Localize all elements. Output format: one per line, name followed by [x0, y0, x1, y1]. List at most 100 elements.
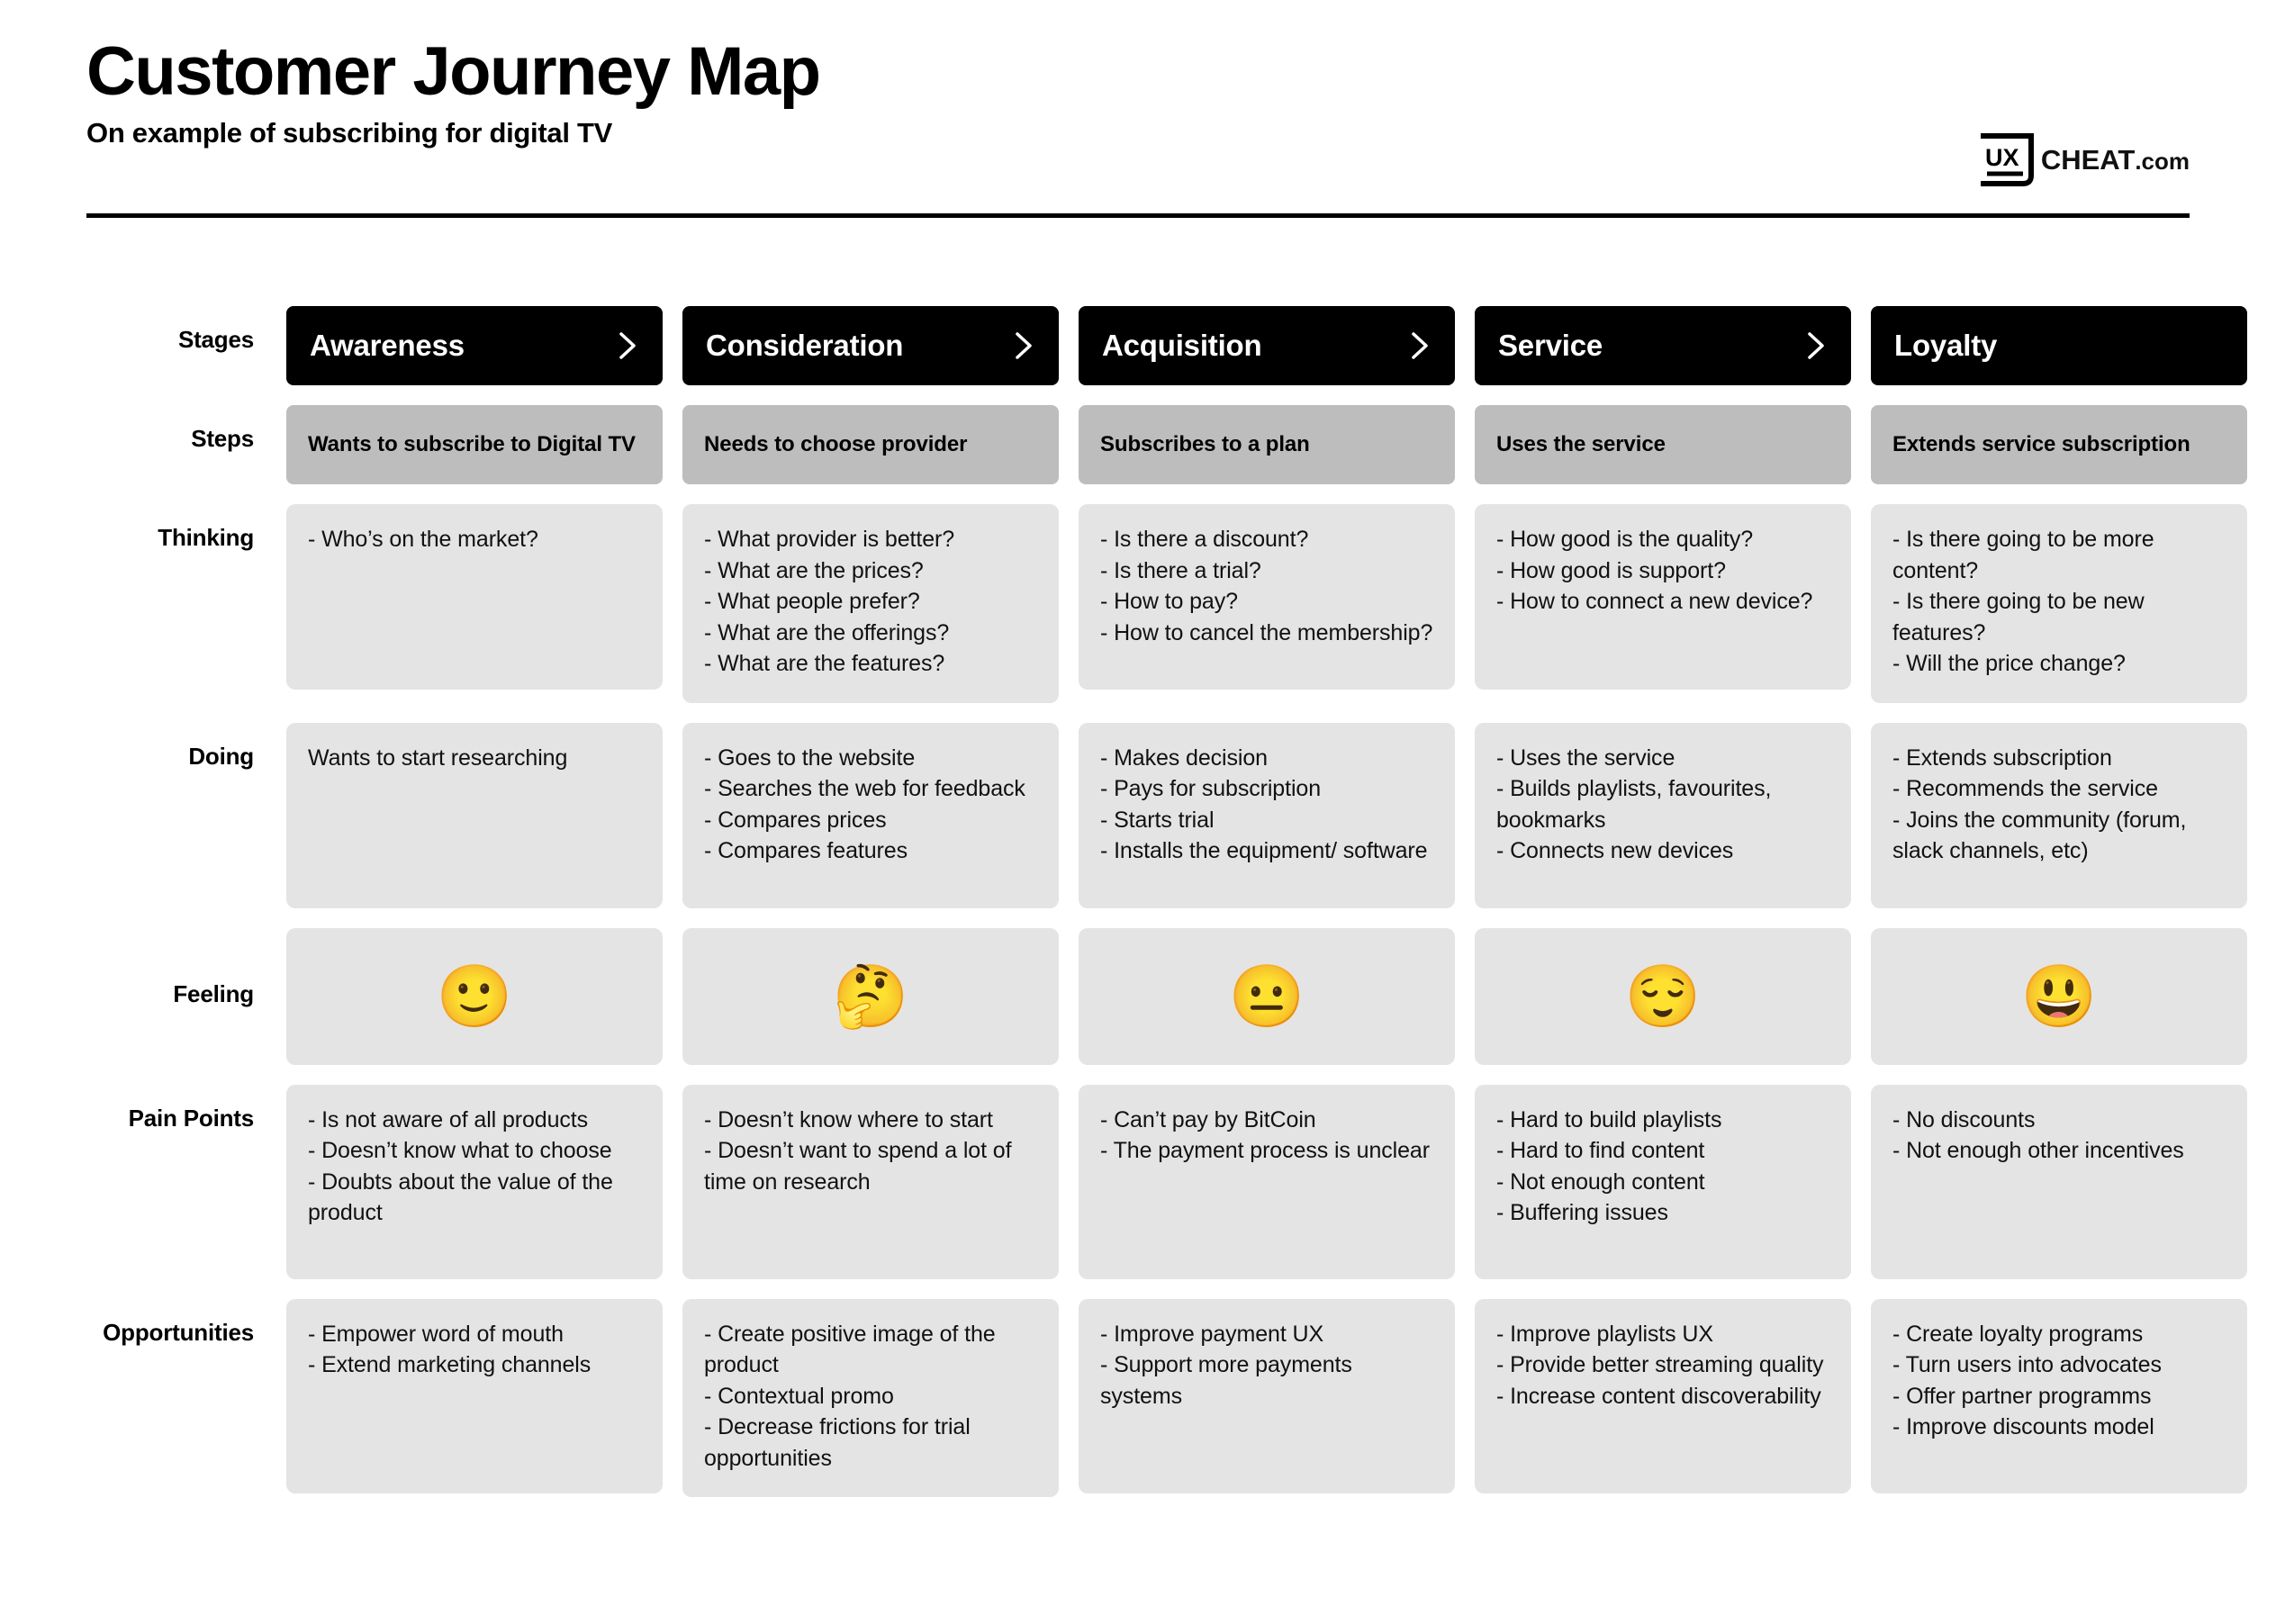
pain-points-card: - Is not aware of all products - Doesn’t …	[286, 1084, 663, 1279]
thinking-card: - Is there a discount? - Is there a trial…	[1079, 504, 1455, 690]
row-spacer	[86, 1065, 2247, 1085]
list-item: - Pays for subscription	[1100, 776, 1322, 801]
list-item: - Recommends the service	[1892, 776, 2158, 801]
list-item: - Not enough other incentives	[1892, 1138, 2184, 1163]
step-label: Extends service subscription	[1892, 432, 2190, 456]
list-item: - Decrease frictions for trial opportuni…	[704, 1414, 971, 1471]
pain-points-card-list: - Doesn’t know where to start - Doesn’t w…	[704, 1105, 1037, 1198]
stage-card-acquisition[interactable]: Acquisition	[1079, 306, 1455, 385]
list-item: - Improve payment UX	[1100, 1321, 1324, 1347]
journey-grid: Stages Awareness Consideration Acquisition S…	[86, 306, 2247, 1517]
list-item: - Turn users into advocates	[1892, 1352, 2162, 1377]
chevron-right-icon	[1804, 330, 1828, 361]
feeling-card: 🤔	[682, 927, 1059, 1065]
stage-card-loyalty[interactable]: Loyalty	[1871, 306, 2247, 385]
chevron-right-icon	[1012, 330, 1035, 361]
row-label-thinking: Thinking	[158, 524, 254, 551]
opportunities-card: - Improve payment UX - Support more payme…	[1079, 1298, 1455, 1493]
step-label: Needs to choose provider	[704, 432, 968, 456]
brand-name: CHEAT.com	[2041, 144, 2190, 176]
list-item: - Buffering issues	[1496, 1200, 1668, 1225]
list-item: - What are the offerings?	[704, 619, 950, 645]
list-item: - Goes to the website	[704, 744, 916, 771]
list-item: - Uses the service	[1496, 744, 1675, 771]
pain-points-card: - Can’t pay by BitCoin - The payment proc…	[1079, 1084, 1455, 1279]
customer-journey-map-page: Customer Journey Map On example of subsc…	[0, 0, 2276, 1624]
list-item: - How to pay?	[1100, 589, 1238, 614]
list-item: - Joins the community (forum, slack chan…	[1892, 807, 2187, 864]
doing-card-list: - Extends subscription - Recommends the s…	[1892, 743, 2226, 867]
list-item: - How to connect a new device?	[1496, 589, 1813, 614]
doing-card: - Extends subscription - Recommends the s…	[1871, 722, 2247, 908]
list-item: Wants to start researching	[308, 744, 568, 771]
list-item: - Connects new devices	[1496, 838, 1734, 863]
stage-card-consideration[interactable]: Consideration	[682, 306, 1059, 385]
row-label-steps: Steps	[191, 425, 254, 452]
list-item: - Offer partner programms	[1892, 1383, 2152, 1409]
list-item: - Improve discounts model	[1892, 1414, 2154, 1439]
list-item: - Provide better streaming quality	[1496, 1352, 1824, 1377]
pain-points-card-list: - Hard to build playlists - Hard to find …	[1496, 1105, 1829, 1229]
thinking-card: - How good is the quality? - How good is …	[1475, 504, 1851, 690]
thinking-card-list: - How good is the quality? - How good is …	[1496, 524, 1829, 618]
list-item: - What are the features?	[704, 651, 945, 676]
opportunities-card: - Create loyalty programs - Turn users in…	[1871, 1298, 2247, 1493]
doing-card-list: Wants to start researching	[308, 743, 641, 774]
chevron-right-icon	[616, 330, 639, 361]
list-item: - Doesn’t know what to choose	[308, 1138, 612, 1163]
page-header: Customer Journey Map On example of subsc…	[86, 36, 2190, 216]
chevron-right-icon	[1408, 330, 1432, 361]
feeling-card: 🙂	[286, 927, 663, 1065]
brand-logo: UX CHEAT.com	[1978, 133, 2190, 187]
list-item: - How to cancel the membership?	[1100, 619, 1433, 645]
pain-points-card: - No discounts - Not enough other incenti…	[1871, 1084, 2247, 1279]
row-spacer	[86, 1279, 2247, 1299]
step-label: Uses the service	[1496, 432, 1666, 456]
list-item: - Is there going to be new features?	[1892, 589, 2145, 645]
pain-points-card: - Hard to build playlists - Hard to find …	[1475, 1084, 1851, 1279]
row-label-doing: Doing	[188, 742, 254, 770]
step-label: Wants to subscribe to Digital TV	[308, 432, 636, 456]
doing-card-list: - Uses the service - Builds playlists, fa…	[1496, 743, 1829, 867]
list-item: - Is there a trial?	[1100, 557, 1261, 583]
opportunities-card: - Empower word of mouth - Extend marketin…	[286, 1298, 663, 1493]
stage-card-service[interactable]: Service	[1475, 306, 1851, 385]
feeling-card: 😃	[1871, 927, 2247, 1065]
list-item: - Hard to build playlists	[1496, 1106, 1722, 1132]
pain-points-card-list: - Can’t pay by BitCoin - The payment proc…	[1100, 1105, 1433, 1167]
stage-label: Awareness	[310, 329, 465, 362]
row-spacer	[86, 484, 2247, 504]
step-card: Needs to choose provider	[682, 405, 1059, 484]
list-item: - Contextual promo	[704, 1383, 894, 1409]
row-spacer	[86, 1497, 2247, 1517]
page-title: Customer Journey Map	[86, 33, 821, 110]
stage-card-awareness[interactable]: Awareness	[286, 306, 663, 385]
thinking-card: - Who’s on the market?	[286, 504, 663, 690]
list-item: - No discounts	[1892, 1106, 2036, 1132]
feeling-card: 😐	[1079, 927, 1455, 1065]
row-label-opportunities: Opportunities	[103, 1318, 254, 1346]
list-item: - Is there going to be more content?	[1892, 527, 2154, 583]
thinking-face-emoji: 🤔	[832, 961, 909, 1031]
header-titles: Customer Journey Map On example of subsc…	[86, 33, 821, 149]
list-item: - Builds playlists, favourites, bookmark…	[1496, 776, 1772, 833]
list-item: - Doubts about the value of the product	[308, 1168, 613, 1226]
list-item: - Extends subscription	[1892, 744, 2112, 771]
thinking-card-list: - Who’s on the market?	[308, 524, 641, 555]
pain-points-card-list: - Is not aware of all products - Doesn’t …	[308, 1105, 641, 1229]
list-item: - What people prefer?	[704, 589, 920, 614]
brand-tld: .com	[2135, 148, 2190, 175]
page-subtitle: On example of subscribing for digital TV	[86, 116, 612, 149]
step-card: Subscribes to a plan	[1079, 405, 1455, 484]
list-item: - Can’t pay by BitCoin	[1100, 1106, 1316, 1132]
list-item: - Increase content discoverability	[1496, 1383, 1821, 1409]
opportunities-card-list: - Empower word of mouth - Extend marketin…	[308, 1319, 641, 1381]
list-item: - Create positive image of the product	[704, 1321, 996, 1378]
doing-card: - Uses the service - Builds playlists, fa…	[1475, 722, 1851, 908]
doing-card-list: - Makes decision - Pays for subscription -…	[1100, 743, 1433, 867]
thinking-card-list: - What provider is better? - What are the…	[704, 524, 1037, 680]
list-item: - Empower word of mouth	[308, 1321, 564, 1347]
row-label-stages: Stages	[177, 326, 254, 353]
list-item: - Will the price change?	[1892, 651, 2126, 676]
step-card: Uses the service	[1475, 405, 1851, 484]
